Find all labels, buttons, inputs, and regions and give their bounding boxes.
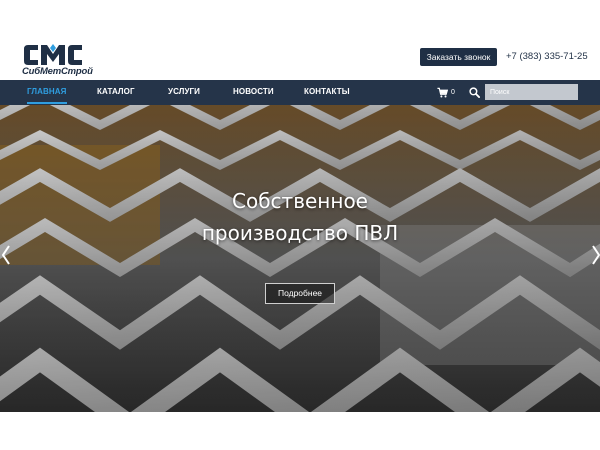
search-icon[interactable]	[469, 87, 480, 98]
cart-icon[interactable]	[437, 87, 448, 98]
logo-text: СибМетСтрой	[22, 66, 93, 77]
nav-item-news[interactable]: Новости	[233, 80, 274, 105]
hero-overlay	[0, 105, 600, 412]
hero-title: Собственное производство ПВЛ	[150, 185, 450, 249]
nav-item-services[interactable]: Услуги	[168, 80, 200, 105]
search-input[interactable]	[485, 84, 578, 100]
nav-item-home[interactable]: Главная	[27, 80, 67, 105]
hero-title-line1: Собственное	[232, 189, 368, 213]
cart-count: 0	[451, 89, 455, 96]
chevron-right-icon[interactable]	[590, 243, 600, 267]
logo[interactable]: СибМетСтрой	[22, 42, 94, 80]
nav-item-catalog[interactable]: Каталог	[97, 80, 135, 105]
hero-slider: Собственное производство ПВЛ Подробнее	[0, 105, 600, 412]
logo-mark-icon	[24, 44, 82, 65]
request-call-button[interactable]: Заказать звонок	[420, 48, 497, 66]
chevron-left-icon[interactable]	[0, 243, 12, 267]
site-header: СибМетСтрой Заказать звонок +7 (383) 335…	[0, 0, 600, 78]
hero-title-line2: производство ПВЛ	[201, 221, 399, 245]
nav-item-contacts[interactable]: Контакты	[304, 80, 350, 105]
page: СибМетСтрой Заказать звонок +7 (383) 335…	[0, 0, 600, 450]
phone-number[interactable]: +7 (383) 335-71-25	[506, 51, 588, 62]
read-more-button[interactable]: Подробнее	[265, 283, 335, 304]
